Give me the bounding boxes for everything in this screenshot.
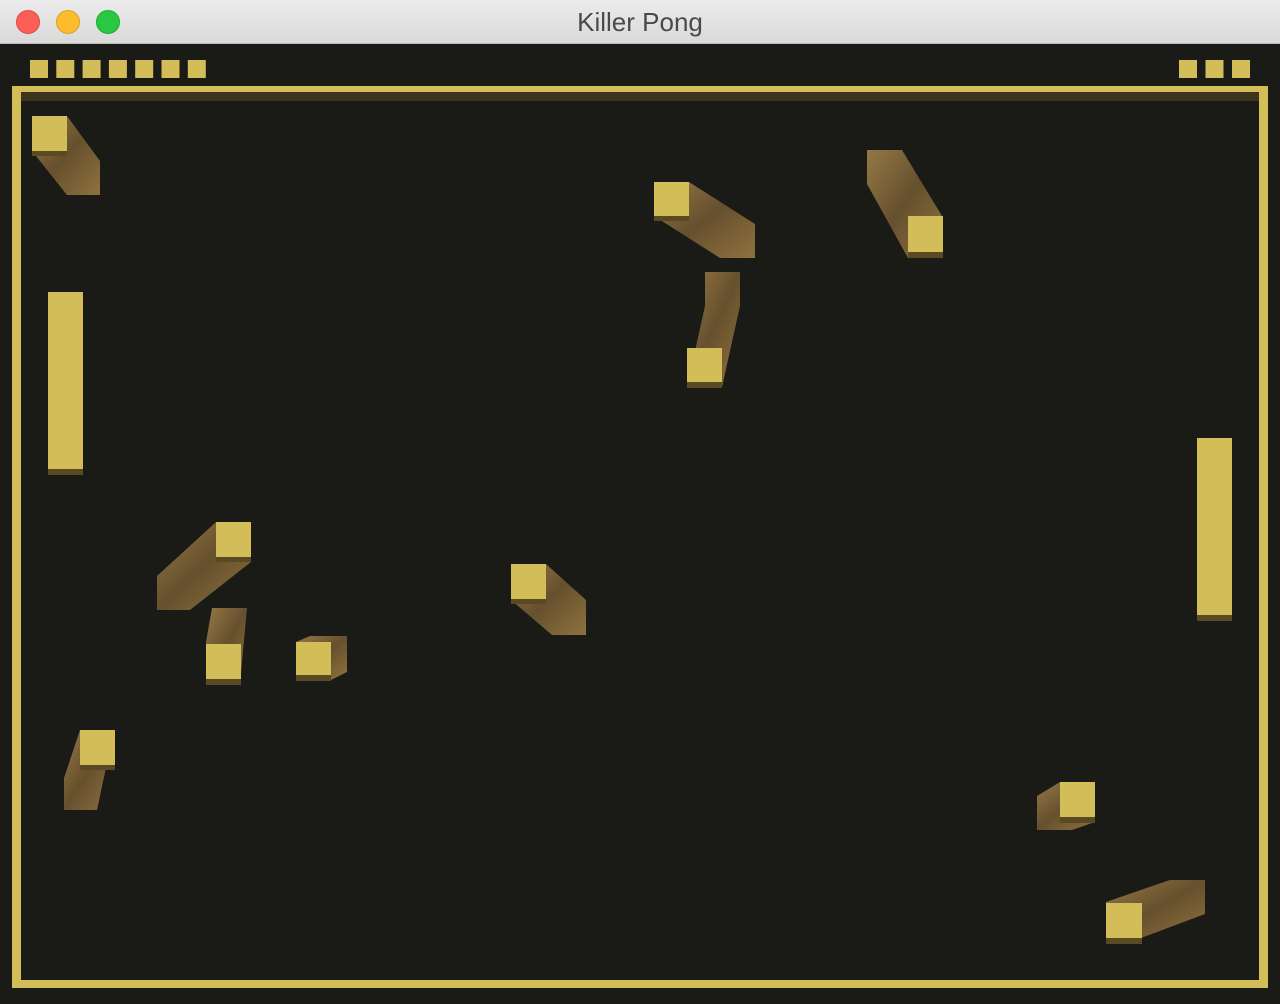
ball [296,642,331,681]
score-pip-left [187,60,206,78]
ball [206,644,241,685]
ball [1106,903,1142,944]
score-right [1179,60,1250,78]
ball [1060,782,1095,823]
score-pip-right [1232,60,1250,78]
score-pip-left [108,60,127,78]
score-pip-left [56,60,75,78]
title-bar: Killer Pong [0,0,1280,44]
window-title: Killer Pong [577,7,703,37]
game-canvas[interactable] [0,44,1280,1004]
left-paddle [48,292,83,475]
ball [216,522,251,562]
right-paddle [1197,438,1232,621]
score-pip-right [1179,60,1197,78]
ball-trails [32,116,1205,938]
ball [80,730,115,770]
score-pip-left [135,60,154,78]
ball [908,216,943,258]
ball [511,564,546,604]
app-window: Killer Pong [0,0,1280,1004]
score-pip-right [1205,60,1224,78]
ball [654,182,689,221]
ball [687,348,722,388]
ball [32,116,67,156]
balls [32,116,1142,944]
playfield-svg [12,60,1268,988]
score-pip-left [82,60,101,78]
score-pip-left [161,60,180,78]
score-pip-left [30,60,48,78]
score-left [30,60,206,78]
